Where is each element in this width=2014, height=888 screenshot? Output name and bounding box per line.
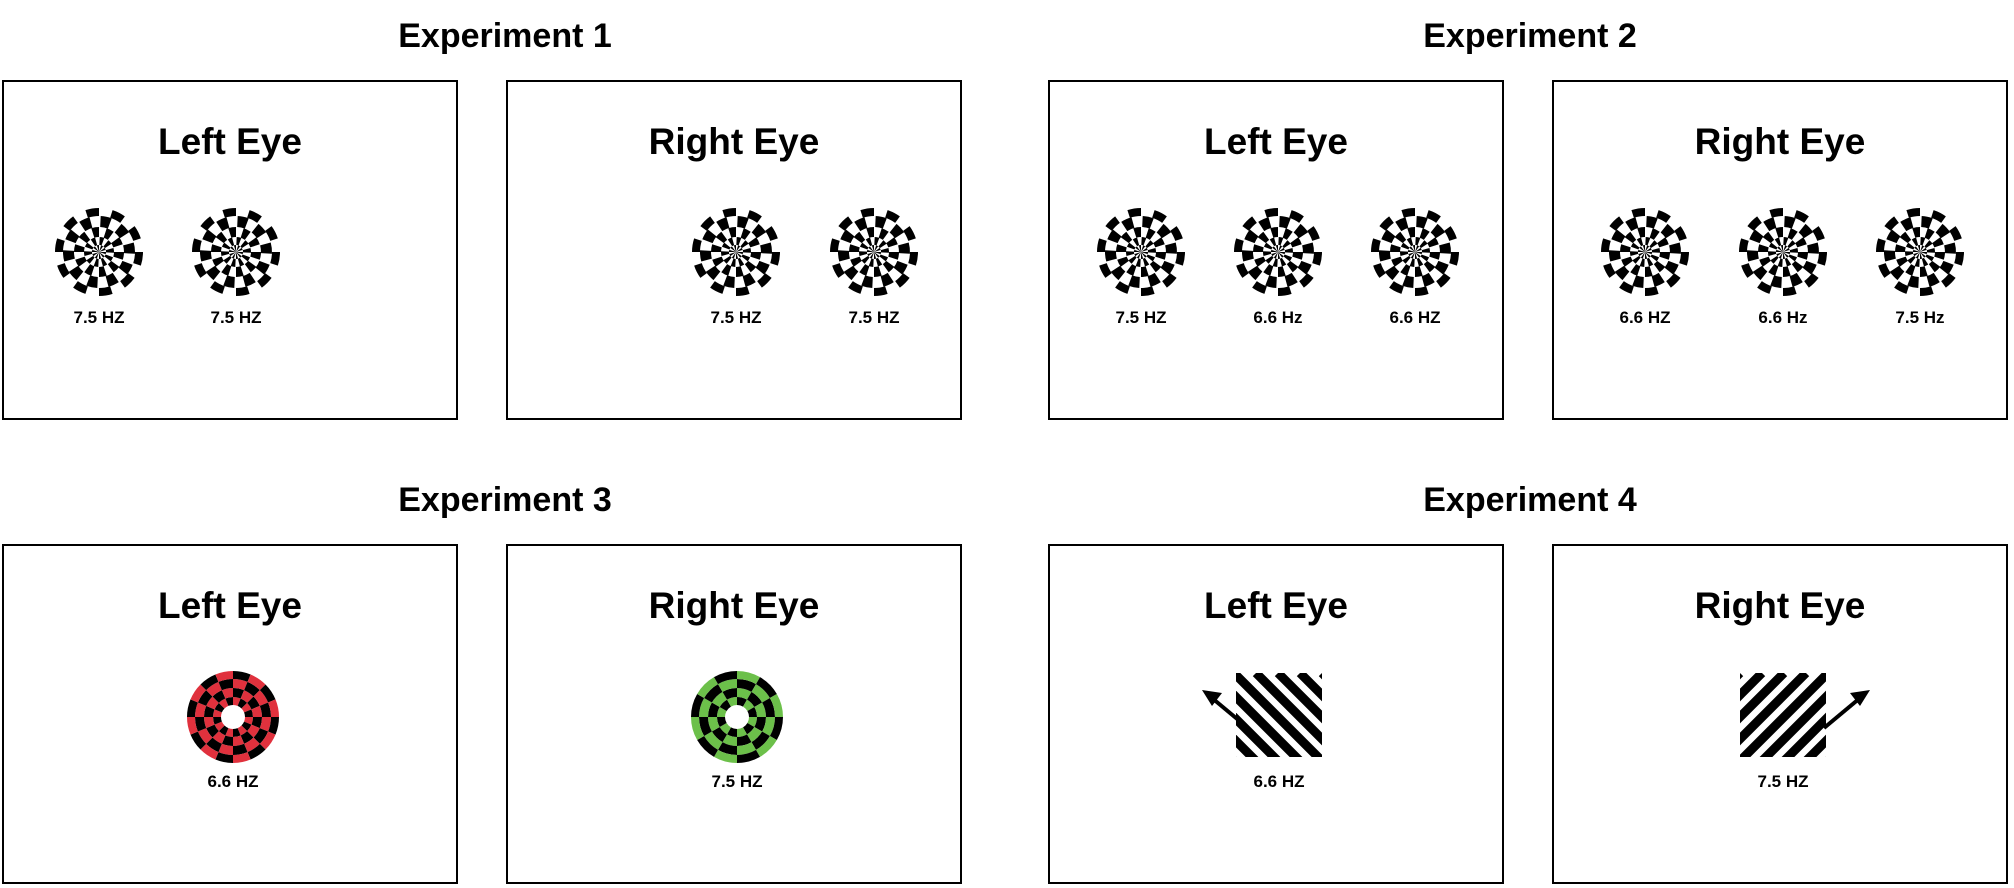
checkerboard-stimulus — [1601, 208, 1689, 296]
frequency-label: 6.6 HZ — [1389, 308, 1441, 327]
eye-label: Left Eye — [158, 121, 302, 162]
exp4-right-eye-panel: Right Eye 7.5 HZ — [1552, 544, 2008, 884]
experiment-3-title: Experiment 3 — [398, 481, 612, 519]
diagonal-grating-stimulus — [1236, 673, 1322, 757]
frequency-label: 6.6 HZ — [207, 772, 259, 791]
frequency-label: 7.5 Hz — [1895, 308, 1945, 327]
exp3-left-eye-panel: Left Eye 6.6 HZ — [2, 544, 458, 884]
experiment-2-title: Experiment 2 — [1423, 17, 1637, 55]
diagonal-grating-stimulus — [1740, 673, 1826, 757]
exp2-left-eye-panel: Left Eye 7.5 HZ 6.6 Hz 6.6 HZ — [1048, 80, 1504, 420]
green-ring-checkerboard-stimulus — [691, 671, 783, 763]
eye-label: Left Eye — [1204, 585, 1348, 626]
eye-label: Right Eye — [648, 585, 820, 626]
frequency-label: 7.5 HZ — [711, 772, 763, 791]
checkerboard-stimulus — [1739, 208, 1827, 296]
frequency-label: 6.6 HZ — [1619, 308, 1671, 327]
frequency-label: 7.5 HZ — [210, 308, 262, 327]
checkerboard-stimulus — [1371, 208, 1459, 296]
frequency-label: 6.6 Hz — [1253, 308, 1303, 327]
exp1-left-eye-panel: Left Eye 7.5 HZ 7.5 HZ — [2, 80, 458, 420]
exp2-right-eye-panel: Right Eye 6.6 HZ 6.6 Hz 7.5 Hz — [1552, 80, 2008, 420]
exp1-right-eye-panel: Right Eye 7.5 HZ 7.5 HZ — [506, 80, 962, 420]
red-ring-checkerboard-stimulus — [187, 671, 279, 763]
experiment-4-title: Experiment 4 — [1423, 481, 1637, 519]
right-arrow-icon — [1822, 690, 1870, 730]
checkerboard-stimulus — [55, 208, 143, 296]
checkerboard-stimulus — [192, 208, 280, 296]
eye-label: Right Eye — [648, 121, 820, 162]
eye-label: Left Eye — [1204, 121, 1348, 162]
frequency-label: 7.5 HZ — [848, 308, 900, 327]
eye-label: Right Eye — [1694, 585, 1866, 626]
eye-label: Right Eye — [1694, 121, 1866, 162]
eye-label: Left Eye — [158, 585, 302, 626]
frequency-label: 6.6 HZ — [1253, 772, 1305, 791]
frequency-label: 6.6 Hz — [1758, 308, 1808, 327]
checkerboard-stimulus — [1097, 208, 1185, 296]
checkerboard-stimulus — [692, 208, 780, 296]
frequency-label: 7.5 HZ — [1757, 772, 1809, 791]
frequency-label: 7.5 HZ — [1115, 308, 1167, 327]
exp4-left-eye-panel: Left Eye 6.6 HZ — [1048, 544, 1504, 884]
checkerboard-stimulus — [830, 208, 918, 296]
exp3-right-eye-panel: Right Eye 7.5 HZ — [506, 544, 962, 884]
checkerboard-stimulus — [1876, 208, 1964, 296]
frequency-label: 7.5 HZ — [73, 308, 125, 327]
experiment-1-title: Experiment 1 — [398, 17, 612, 55]
frequency-label: 7.5 HZ — [710, 308, 762, 327]
checkerboard-stimulus — [1234, 208, 1322, 296]
